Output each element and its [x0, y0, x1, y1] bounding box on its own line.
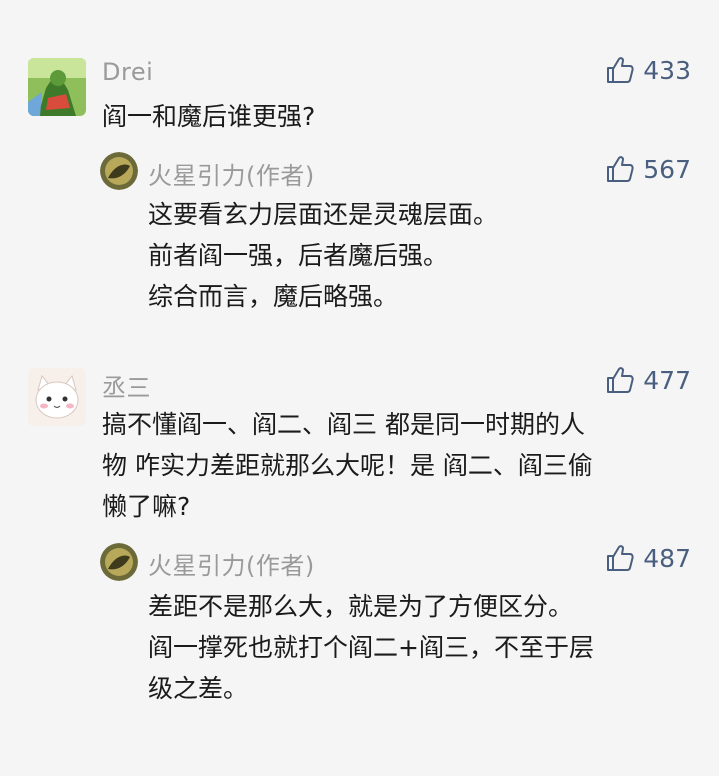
comment-user-name[interactable]: 丞三	[102, 368, 151, 403]
reply-text: 差距不是那么大，就是为了方便区分。 阎一撑死也就打个阎二+阎三，不至于层 级之差…	[148, 586, 594, 709]
reply-line: 综合而言，魔后略强。	[148, 282, 399, 311]
comment-line: 物 咋实力差距就那么大呢！是 阎二、阎三偷	[102, 451, 593, 480]
avatar-chengsan[interactable]	[28, 368, 86, 426]
comment-line: 搞不懂阎一、阎二、阎三 都是同一时期的人	[102, 410, 585, 439]
comment-line: 懒了嘛?	[102, 492, 191, 521]
comment-text: 阎一和魔后谁更强?	[102, 102, 316, 131]
like-count: 433	[643, 55, 691, 85]
reply-line: 级之差。	[148, 674, 249, 703]
reply-like-button[interactable]: 567	[605, 154, 691, 184]
reply-line: 差距不是那么大，就是为了方便区分。	[148, 592, 574, 621]
comment-text: 搞不懂阎一、阎二、阎三 都是同一时期的人 物 咋实力差距就那么大呢！是 阎二、阎…	[102, 404, 593, 527]
like-count: 567	[643, 154, 691, 184]
avatar-author[interactable]	[100, 152, 138, 190]
reply-line: 这要看玄力层面还是灵魂层面。	[148, 200, 499, 229]
avatar-drei[interactable]	[28, 58, 86, 116]
reply-line: 前者阎一强，后者魔后强。	[148, 241, 449, 270]
thumbs-up-icon	[607, 57, 634, 83]
like-count: 477	[643, 365, 691, 395]
thumbs-up-icon	[607, 545, 634, 571]
comment-user-name[interactable]: Drei	[102, 58, 153, 86]
like-button[interactable]: 477	[605, 365, 691, 395]
reply-like-button[interactable]: 487	[605, 543, 691, 573]
cat-avatar-icon	[28, 368, 86, 426]
gold-circle-avatar-icon	[100, 152, 138, 190]
green-warrior-avatar-icon	[28, 58, 86, 116]
reply-user-name[interactable]: 火星引力(作者)	[148, 156, 315, 191]
like-button[interactable]: 433	[605, 55, 691, 85]
avatar-author[interactable]	[100, 543, 138, 581]
gold-circle-avatar-icon	[100, 543, 138, 581]
thumbs-up-icon	[607, 367, 634, 393]
reply-text: 这要看玄力层面还是灵魂层面。 前者阎一强，后者魔后强。 综合而言，魔后略强。	[148, 194, 498, 317]
reply-line: 阎一撑死也就打个阎二+阎三，不至于层	[148, 633, 594, 662]
reply-user-name[interactable]: 火星引力(作者)	[148, 546, 315, 581]
thumbs-up-icon	[607, 156, 634, 182]
like-count: 487	[643, 543, 691, 573]
